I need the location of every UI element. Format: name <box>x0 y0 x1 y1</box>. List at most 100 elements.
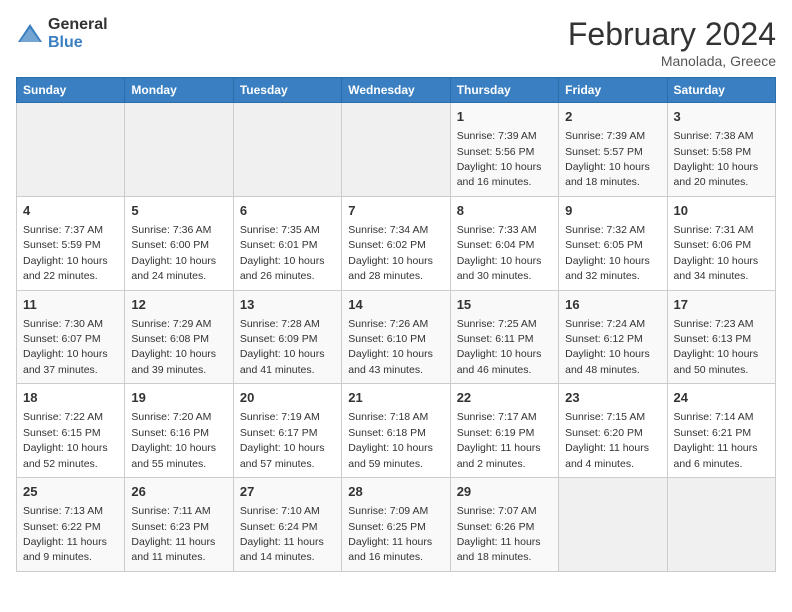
calendar-cell: 1 Sunrise: 7:39 AMSunset: 5:56 PMDaylight… <box>450 103 558 197</box>
day-number: 26 <box>131 483 226 501</box>
day-info: Sunrise: 7:20 AMSunset: 6:16 PMDaylight:… <box>131 411 216 469</box>
calendar-cell: 15 Sunrise: 7:25 AMSunset: 6:11 PMDayligh… <box>450 290 558 384</box>
calendar-cell: 29 Sunrise: 7:07 AMSunset: 6:26 PMDayligh… <box>450 478 558 572</box>
day-number: 9 <box>565 202 660 220</box>
day-of-week-header: Thursday <box>450 78 558 103</box>
calendar-cell: 23Sunrise: 7:15 AMSunset: 6:20 PMDayligh… <box>559 384 667 478</box>
day-info: Sunrise: 7:14 AMSunset: 6:21 PMDaylight:… <box>674 411 758 469</box>
calendar-cell <box>559 478 667 572</box>
day-number: 1 <box>457 108 552 126</box>
calendar-body: 1 Sunrise: 7:39 AMSunset: 5:56 PMDaylight… <box>17 103 776 572</box>
day-info: Sunrise: 7:07 AMSunset: 6:26 PMDaylight:… <box>457 505 541 563</box>
day-info: Sunrise: 7:39 AMSunset: 5:56 PMDaylight:… <box>457 130 542 188</box>
calendar-cell: 12 Sunrise: 7:29 AMSunset: 6:08 PMDayligh… <box>125 290 233 384</box>
day-of-week-header: Monday <box>125 78 233 103</box>
day-info: Sunrise: 7:37 AMSunset: 5:59 PMDaylight:… <box>23 224 108 282</box>
day-info: Sunrise: 7:31 AMSunset: 6:06 PMDaylight:… <box>674 224 759 282</box>
day-number: 16 <box>565 296 660 314</box>
day-number: 18 <box>23 389 118 407</box>
calendar-cell: 9 Sunrise: 7:32 AMSunset: 6:05 PMDaylight… <box>559 196 667 290</box>
calendar-cell: 2 Sunrise: 7:39 AMSunset: 5:57 PMDaylight… <box>559 103 667 197</box>
day-of-week-header: Tuesday <box>233 78 341 103</box>
calendar-cell: 19 Sunrise: 7:20 AMSunset: 6:16 PMDayligh… <box>125 384 233 478</box>
calendar-week-row: 4 Sunrise: 7:37 AMSunset: 5:59 PMDaylight… <box>17 196 776 290</box>
day-number: 14 <box>348 296 443 314</box>
day-of-week-header: Friday <box>559 78 667 103</box>
day-info: Sunrise: 7:18 AMSunset: 6:18 PMDaylight:… <box>348 411 433 469</box>
day-number: 28 <box>348 483 443 501</box>
calendar-cell: 28 Sunrise: 7:09 AMSunset: 6:25 PMDayligh… <box>342 478 450 572</box>
calendar-cell <box>233 103 341 197</box>
day-info: Sunrise: 7:35 AMSunset: 6:01 PMDaylight:… <box>240 224 325 282</box>
logo-blue-text: Blue <box>48 34 108 52</box>
header: General Blue February 2024 Manolada, Gre… <box>16 16 776 69</box>
day-info: Sunrise: 7:19 AMSunset: 6:17 PMDaylight:… <box>240 411 325 469</box>
calendar-cell: 3Sunrise: 7:38 AMSunset: 5:58 PMDaylight… <box>667 103 775 197</box>
calendar-cell: 22Sunrise: 7:17 AMSunset: 6:19 PMDayligh… <box>450 384 558 478</box>
calendar-cell: 10 Sunrise: 7:31 AMSunset: 6:06 PMDayligh… <box>667 196 775 290</box>
day-number: 12 <box>131 296 226 314</box>
calendar-cell: 11 Sunrise: 7:30 AMSunset: 6:07 PMDayligh… <box>17 290 125 384</box>
day-number: 21 <box>348 389 443 407</box>
day-of-week-header: Saturday <box>667 78 775 103</box>
day-info: Sunrise: 7:10 AMSunset: 6:24 PMDaylight:… <box>240 505 324 563</box>
day-info: Sunrise: 7:13 AMSunset: 6:22 PMDaylight:… <box>23 505 107 563</box>
calendar-cell: 7Sunrise: 7:34 AMSunset: 6:02 PMDaylight… <box>342 196 450 290</box>
logo-general-text: General <box>48 16 108 34</box>
calendar-week-row: 1 Sunrise: 7:39 AMSunset: 5:56 PMDaylight… <box>17 103 776 197</box>
calendar-cell <box>342 103 450 197</box>
calendar-table: SundayMondayTuesdayWednesdayThursdayFrid… <box>16 77 776 572</box>
day-number: 4 <box>23 202 118 220</box>
day-number: 8 <box>457 202 552 220</box>
day-info: Sunrise: 7:25 AMSunset: 6:11 PMDaylight:… <box>457 318 542 376</box>
day-info: Sunrise: 7:30 AMSunset: 6:07 PMDaylight:… <box>23 318 108 376</box>
day-number: 11 <box>23 296 118 314</box>
day-info: Sunrise: 7:15 AMSunset: 6:20 PMDaylight:… <box>565 411 649 469</box>
calendar-header: SundayMondayTuesdayWednesdayThursdayFrid… <box>17 78 776 103</box>
title-area: February 2024 Manolada, Greece <box>568 16 776 69</box>
day-of-week-header: Sunday <box>17 78 125 103</box>
day-info: Sunrise: 7:38 AMSunset: 5:58 PMDaylight:… <box>674 130 759 188</box>
day-number: 20 <box>240 389 335 407</box>
day-info: Sunrise: 7:39 AMSunset: 5:57 PMDaylight:… <box>565 130 650 188</box>
calendar-cell: 18 Sunrise: 7:22 AMSunset: 6:15 PMDayligh… <box>17 384 125 478</box>
day-number: 24 <box>674 389 769 407</box>
calendar-cell: 16 Sunrise: 7:24 AMSunset: 6:12 PMDayligh… <box>559 290 667 384</box>
main-title: February 2024 <box>568 16 776 53</box>
calendar-cell: 26 Sunrise: 7:11 AMSunset: 6:23 PMDayligh… <box>125 478 233 572</box>
day-info: Sunrise: 7:29 AMSunset: 6:08 PMDaylight:… <box>131 318 216 376</box>
day-number: 19 <box>131 389 226 407</box>
day-number: 22 <box>457 389 552 407</box>
calendar-cell: 5Sunrise: 7:36 AMSunset: 6:00 PMDaylight… <box>125 196 233 290</box>
calendar-cell: 13 Sunrise: 7:28 AMSunset: 6:09 PMDayligh… <box>233 290 341 384</box>
calendar-cell: 4 Sunrise: 7:37 AMSunset: 5:59 PMDaylight… <box>17 196 125 290</box>
day-info: Sunrise: 7:22 AMSunset: 6:15 PMDaylight:… <box>23 411 108 469</box>
day-info: Sunrise: 7:33 AMSunset: 6:04 PMDaylight:… <box>457 224 542 282</box>
subtitle: Manolada, Greece <box>568 53 776 69</box>
day-info: Sunrise: 7:09 AMSunset: 6:25 PMDaylight:… <box>348 505 432 563</box>
day-info: Sunrise: 7:34 AMSunset: 6:02 PMDaylight:… <box>348 224 433 282</box>
day-number: 17 <box>674 296 769 314</box>
calendar-week-row: 25 Sunrise: 7:13 AMSunset: 6:22 PMDayligh… <box>17 478 776 572</box>
calendar-cell: 17 Sunrise: 7:23 AMSunset: 6:13 PMDayligh… <box>667 290 775 384</box>
day-info: Sunrise: 7:32 AMSunset: 6:05 PMDaylight:… <box>565 224 650 282</box>
day-number: 25 <box>23 483 118 501</box>
calendar-cell: 14Sunrise: 7:26 AMSunset: 6:10 PMDayligh… <box>342 290 450 384</box>
calendar-cell: 27Sunrise: 7:10 AMSunset: 6:24 PMDayligh… <box>233 478 341 572</box>
calendar-week-row: 18 Sunrise: 7:22 AMSunset: 6:15 PMDayligh… <box>17 384 776 478</box>
day-info: Sunrise: 7:28 AMSunset: 6:09 PMDaylight:… <box>240 318 325 376</box>
calendar-cell <box>125 103 233 197</box>
day-info: Sunrise: 7:24 AMSunset: 6:12 PMDaylight:… <box>565 318 650 376</box>
day-info: Sunrise: 7:11 AMSunset: 6:23 PMDaylight:… <box>131 505 215 563</box>
logo: General Blue <box>16 16 108 51</box>
day-number: 13 <box>240 296 335 314</box>
day-number: 15 <box>457 296 552 314</box>
day-info: Sunrise: 7:23 AMSunset: 6:13 PMDaylight:… <box>674 318 759 376</box>
day-number: 10 <box>674 202 769 220</box>
calendar-cell: 21 Sunrise: 7:18 AMSunset: 6:18 PMDayligh… <box>342 384 450 478</box>
calendar-cell: 24 Sunrise: 7:14 AMSunset: 6:21 PMDayligh… <box>667 384 775 478</box>
day-number: 29 <box>457 483 552 501</box>
header-row: SundayMondayTuesdayWednesdayThursdayFrid… <box>17 78 776 103</box>
day-number: 2 <box>565 108 660 126</box>
calendar-cell: 25 Sunrise: 7:13 AMSunset: 6:22 PMDayligh… <box>17 478 125 572</box>
